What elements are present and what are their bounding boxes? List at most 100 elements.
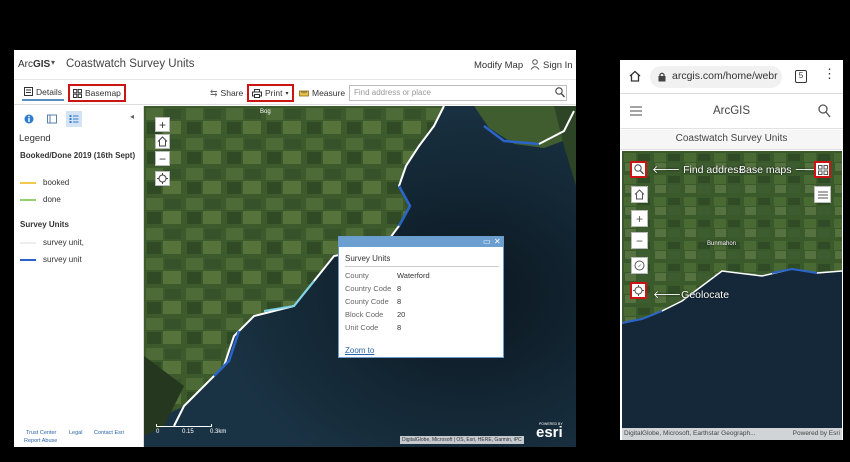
esri-wordmark: esri [536, 424, 563, 441]
zoom-in-button[interactable]: + [631, 210, 648, 227]
base-maps-button[interactable] [814, 161, 831, 178]
find-address-annotation: 🡐 Find address [652, 163, 744, 176]
arrow-left-icon: 🡐 [652, 164, 684, 176]
popup-field-label: Block Code [345, 310, 384, 319]
search-icon[interactable] [818, 104, 831, 118]
app-name: ArcGIS [712, 105, 751, 117]
geolocate-button[interactable] [630, 282, 647, 299]
place-label: Bunmahon [707, 241, 737, 247]
map-place-label: Bog [260, 109, 271, 115]
brand-caret-icon[interactable]: ▾ [51, 58, 55, 67]
locate-icon [157, 173, 168, 184]
map-view[interactable]: Bog + − ▭ ✕ Survey Units County Waterfor… [144, 106, 576, 447]
legend-panel: ◂ Legend Booked/Done 2019 (16th Sept) bo… [14, 106, 144, 447]
popup-field-value: 8 [397, 284, 402, 293]
legend-swatch [20, 181, 36, 184]
basemap-grid-icon [817, 164, 828, 175]
trust-center-link[interactable]: Trust Center [26, 430, 56, 436]
home-icon [157, 136, 168, 147]
search-icon [633, 164, 644, 175]
basemap-button[interactable]: Basemap [68, 84, 126, 102]
popup-field-value: 20 [397, 310, 406, 319]
locate-button[interactable] [155, 171, 170, 186]
details-button[interactable]: Details [22, 85, 64, 101]
popup-field-label: County [345, 271, 369, 280]
search-icon[interactable] [555, 87, 565, 98]
base-maps-label: Base maps [739, 164, 792, 176]
printer-icon [252, 88, 262, 98]
legend-swatch [20, 241, 36, 244]
sign-in-link[interactable]: Sign In [543, 60, 573, 71]
locate-icon [633, 285, 644, 296]
legend-item-label: survey unit [43, 255, 82, 264]
list-icon [817, 191, 828, 198]
measure-icon [299, 90, 309, 96]
compass-icon [634, 260, 645, 271]
legend-list-icon [69, 115, 79, 123]
home-button[interactable] [155, 134, 170, 149]
info-icon [24, 114, 34, 124]
layers-list-button[interactable] [814, 186, 831, 203]
more-options-icon[interactable]: ⋮ [823, 67, 836, 80]
details-label: Details [36, 86, 62, 97]
geolocate-annotation: 🡐Geolocate [653, 288, 729, 301]
user-icon [530, 59, 540, 70]
mobile-map-view[interactable]: Bunmahon 🡐 Find address Base maps 🡒 + − … [622, 151, 842, 440]
home-button[interactable] [631, 186, 648, 203]
arcgis-brand[interactable]: ArcGIS [18, 59, 50, 70]
legal-link[interactable]: Legal [69, 430, 82, 436]
search-input[interactable]: Find address or place [349, 85, 567, 101]
scale-label: 0.15 [182, 429, 194, 435]
tab-switcher-button[interactable]: 5 [795, 70, 807, 83]
url-field[interactable]: arcgis.com/home/webr [650, 66, 782, 88]
share-label: Share [220, 88, 244, 98]
popup-field-label: County Code [345, 297, 389, 306]
share-icon: ⇆ [210, 87, 218, 98]
find-address-label: Find address [683, 164, 744, 176]
content-icon [47, 114, 57, 124]
content-tab[interactable] [44, 111, 60, 127]
popup-header: ▭ ✕ [339, 237, 503, 247]
contact-esri-link[interactable]: Contact Esri [94, 430, 124, 436]
zoom-in-button[interactable]: + [155, 117, 170, 132]
map-attribution: DigitalGlobe, Microsoft, Earthstar Geogr… [622, 428, 842, 440]
zoom-to-link[interactable]: Zoom to [345, 346, 374, 355]
collapse-panel-icon[interactable]: ◂ [130, 112, 134, 121]
legend-tab[interactable] [66, 111, 82, 127]
legend-item-survey-unit-white: survey unit, [20, 238, 84, 247]
report-abuse-link[interactable]: Report Abuse [24, 438, 57, 444]
legend-layer-title: Booked/Done 2019 (16th Sept) [20, 151, 136, 160]
home-icon[interactable] [629, 70, 641, 82]
measure-label: Measure [312, 88, 346, 98]
print-button[interactable]: Print ▾ [247, 84, 294, 102]
maximize-icon[interactable]: ▭ [483, 237, 491, 247]
details-icon [24, 87, 33, 96]
popup-field-value: 8 [397, 297, 402, 306]
legend-item-label: booked [43, 178, 70, 187]
measure-button[interactable]: Measure [297, 85, 347, 101]
legend-item-label: done [43, 195, 61, 204]
zoom-out-button[interactable]: − [155, 151, 170, 166]
legend-item-survey-unit-blue: survey unit [20, 255, 82, 264]
legend-swatch [20, 198, 36, 201]
browser-address-bar: arcgis.com/home/webr 5 ⋮ [620, 60, 843, 94]
desktop-map-viewer: ArcGIS ▾ Coastwatch Survey Units Modify … [14, 50, 576, 447]
basemap-grid-icon [73, 88, 82, 98]
brand-bold: GIS [33, 59, 51, 70]
compass-button[interactable] [631, 257, 648, 274]
zoom-out-button[interactable]: − [631, 232, 648, 249]
close-icon[interactable]: ✕ [494, 237, 501, 247]
find-address-button[interactable] [630, 161, 647, 178]
mobile-map-viewer: arcgis.com/home/webr 5 ⋮ ArcGIS Coastwat… [620, 60, 843, 440]
brand-prefix: Arc [18, 59, 33, 70]
share-button[interactable]: ⇆ Share [208, 85, 245, 101]
home-icon [634, 189, 645, 200]
about-tab[interactable] [21, 111, 37, 127]
scale-label: 0 [156, 429, 160, 435]
base-maps-annotation: Base maps 🡒 [739, 163, 823, 176]
powered-by-esri: Powered by Esri [792, 430, 840, 437]
attribution-text: DigitalGlobe, Microsoft, Earthstar Geogr… [624, 430, 756, 437]
modify-map-link[interactable]: Modify Map [474, 60, 523, 71]
arrow-left-icon: 🡐 [653, 289, 682, 301]
feature-popup: ▭ ✕ Survey Units County Waterford Countr… [338, 236, 504, 358]
